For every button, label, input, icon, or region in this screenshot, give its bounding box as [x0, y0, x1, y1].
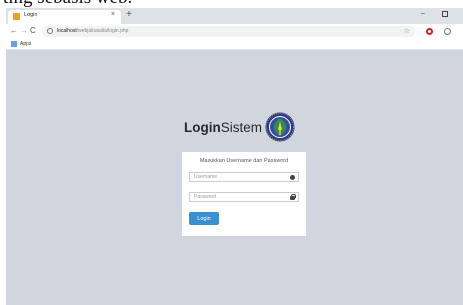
back-button[interactable]: ← [10, 26, 18, 36]
tab-strip: Login × + – [6, 8, 463, 24]
username-input[interactable] [190, 173, 298, 181]
bookmarks-bar: Apps [6, 39, 463, 50]
user-icon [290, 175, 295, 180]
restore-button[interactable] [442, 11, 448, 17]
bookmark-star-icon[interactable]: ☆ [404, 27, 410, 35]
university-seal-icon [265, 112, 295, 142]
tab-close-icon[interactable]: × [111, 11, 115, 18]
browser-window: Login × + – ← → C localhost/webjaitusali… [6, 8, 463, 305]
password-input[interactable] [190, 193, 298, 201]
password-field[interactable] [189, 192, 299, 202]
tab-favicon-icon [13, 13, 20, 20]
username-field[interactable] [189, 172, 299, 182]
lock-icon [290, 194, 296, 200]
forward-button[interactable]: → [20, 26, 28, 36]
opera-extension-icon[interactable] [426, 28, 433, 35]
tab-login[interactable]: Login × [8, 10, 121, 24]
site-info-icon[interactable] [47, 28, 53, 34]
reload-button[interactable]: C [30, 26, 36, 36]
browser-toolbar: ← → C localhost/webjaitusalia/login.php … [6, 24, 463, 39]
minimize-button[interactable]: – [421, 10, 425, 17]
apps-icon[interactable] [11, 41, 17, 47]
tab-title: Login [24, 12, 38, 18]
address-bar[interactable]: localhost/webjaitusalia/login.php ☆ [42, 26, 415, 37]
brand-title-bold: Login [184, 120, 221, 135]
login-instructions: Masukkan Username dan Password [199, 158, 289, 164]
url-host: localhost [57, 28, 77, 34]
brand-title: LoginSistem [184, 120, 262, 135]
brand-title-rest: Sistem [220, 120, 263, 135]
new-tab-button[interactable]: + [126, 9, 132, 21]
login-card: Masukkan Username dan Password Login [182, 152, 306, 236]
apps-label[interactable]: Apps [20, 41, 31, 47]
brand-header: LoginSistem [184, 112, 304, 142]
url-path: /webjaitusalia/login.php [76, 28, 129, 34]
login-button[interactable]: Login [189, 212, 219, 225]
page-content: LoginSistem Masukkan Username dan Passwo… [6, 50, 463, 305]
profile-icon[interactable] [444, 28, 451, 35]
url-text: localhost/webjaitusalia/login.php [57, 28, 128, 34]
